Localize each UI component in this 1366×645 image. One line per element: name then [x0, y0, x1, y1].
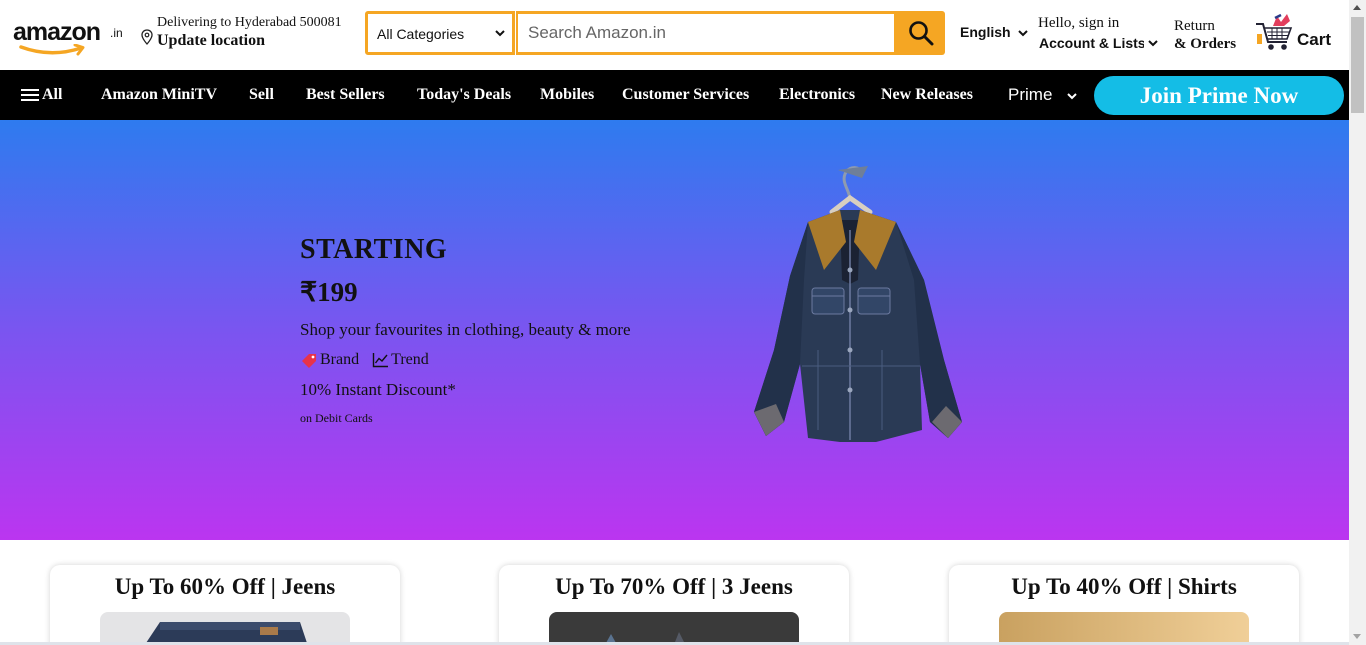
hero-title: STARTING	[300, 234, 448, 265]
jeans-image	[549, 612, 799, 645]
cart-label: Cart	[1297, 30, 1332, 49]
nav-all-menu[interactable]: All	[20, 86, 62, 104]
nav-item-best-sellers[interactable]: Best Sellers	[306, 86, 385, 104]
tag-brand: Brand	[300, 351, 359, 369]
nav-item-todays-deals[interactable]: Today's Deals	[417, 86, 511, 104]
logo-tld: .in	[110, 26, 123, 40]
card-image	[999, 612, 1249, 645]
hero-discount: 10% Instant Discount*	[300, 380, 456, 399]
tag-trend: Trend	[372, 351, 429, 369]
language-selector[interactable]: English	[960, 24, 1029, 40]
update-location-link[interactable]: Update location	[157, 32, 265, 50]
returns-label: Return	[1174, 18, 1215, 34]
chevron-down-icon	[1148, 40, 1158, 47]
scrollbar-thumb[interactable]	[1351, 17, 1364, 113]
product-card[interactable]: Up To 40% Off | Shirts	[949, 565, 1299, 645]
hero-tags: Brand Trend	[300, 351, 442, 369]
jeans-image	[100, 612, 350, 645]
chevron-down-icon	[495, 30, 505, 37]
chevron-down-icon	[1067, 92, 1077, 99]
chevron-down-icon	[1018, 30, 1029, 37]
nav-item-electronics[interactable]: Electronics	[779, 86, 855, 104]
search-input[interactable]	[516, 11, 897, 55]
shopping-cart-icon	[1256, 13, 1293, 50]
scroll-down-arrow-icon[interactable]	[1353, 634, 1361, 639]
nav-bar: All Amazon MiniTV Sell Best Sellers Toda…	[0, 70, 1349, 120]
nav-item-prime[interactable]: Prime	[1008, 85, 1077, 105]
tag-trend-label: Trend	[391, 351, 429, 368]
nav-item-new-releases[interactable]: New Releases	[881, 86, 973, 104]
category-select-value: All Categories	[377, 26, 465, 42]
card-image	[100, 612, 350, 645]
product-card[interactable]: Up To 70% Off | 3 Jeens	[499, 565, 849, 645]
account-lists-label: Account & Lists	[1039, 35, 1144, 51]
location-pin-icon	[141, 29, 153, 45]
tag-brand-label: Brand	[320, 351, 360, 368]
account-greeting: Hello, sign in	[1038, 15, 1120, 31]
nav-all-label: All	[42, 86, 63, 103]
search-button[interactable]	[896, 11, 945, 55]
amazon-logo[interactable]: amazon .in	[13, 14, 128, 58]
nav-item-customer-services[interactable]: Customer Services	[622, 86, 749, 104]
nav-item-amazon-minitv[interactable]: Amazon MiniTV	[101, 86, 217, 104]
join-prime-button[interactable]: Join Prime Now	[1094, 76, 1344, 115]
denim-jacket-image	[754, 166, 962, 442]
hamburger-menu-icon	[21, 89, 39, 101]
prime-label: Prime	[1008, 85, 1053, 104]
logo-wordmark: amazon	[13, 18, 101, 46]
returns-orders-link[interactable]: Return & Orders	[1174, 17, 1249, 53]
search-bar: All Categories	[365, 11, 945, 55]
top-header: amazon .in Delivering to Hyderabad 50008…	[0, 0, 1349, 70]
price-tag-icon	[302, 354, 316, 368]
trend-chart-icon	[372, 353, 389, 368]
nav-item-mobiles[interactable]: Mobiles	[540, 86, 594, 104]
card-title: Up To 40% Off | Shirts	[1011, 574, 1237, 599]
hero-subtitle: Shop your favourites in clothing, beauty…	[300, 320, 631, 339]
hero-price: ₹199	[300, 277, 358, 307]
search-icon	[908, 21, 933, 46]
card-image	[549, 612, 799, 645]
hero-banner[interactable]: STARTING ₹199 Shop your favourites in cl…	[0, 120, 1349, 540]
shirts-image	[999, 612, 1249, 645]
delivery-location[interactable]: Delivering to Hyderabad 500081 Update lo…	[141, 14, 361, 54]
card-title: Up To 70% Off | 3 Jeens	[555, 574, 793, 599]
category-select[interactable]: All Categories	[365, 11, 515, 55]
nav-item-sell[interactable]: Sell	[249, 86, 274, 104]
logo-smile-icon	[19, 44, 85, 56]
account-menu[interactable]: Hello, sign in Account & Lists	[1038, 14, 1163, 54]
product-card[interactable]: Up To 60% Off | Jeens	[50, 565, 400, 645]
vertical-scrollbar[interactable]	[1349, 0, 1366, 645]
hero-discount-note: on Debit Cards	[300, 411, 373, 425]
delivery-text: Delivering to Hyderabad 500081	[157, 15, 342, 30]
cart-button[interactable]: Cart	[1254, 12, 1344, 56]
orders-label: & Orders	[1174, 36, 1237, 52]
card-title: Up To 60% Off | Jeens	[114, 574, 336, 599]
scroll-up-arrow-icon[interactable]	[1353, 5, 1361, 10]
language-label: English	[960, 24, 1011, 40]
